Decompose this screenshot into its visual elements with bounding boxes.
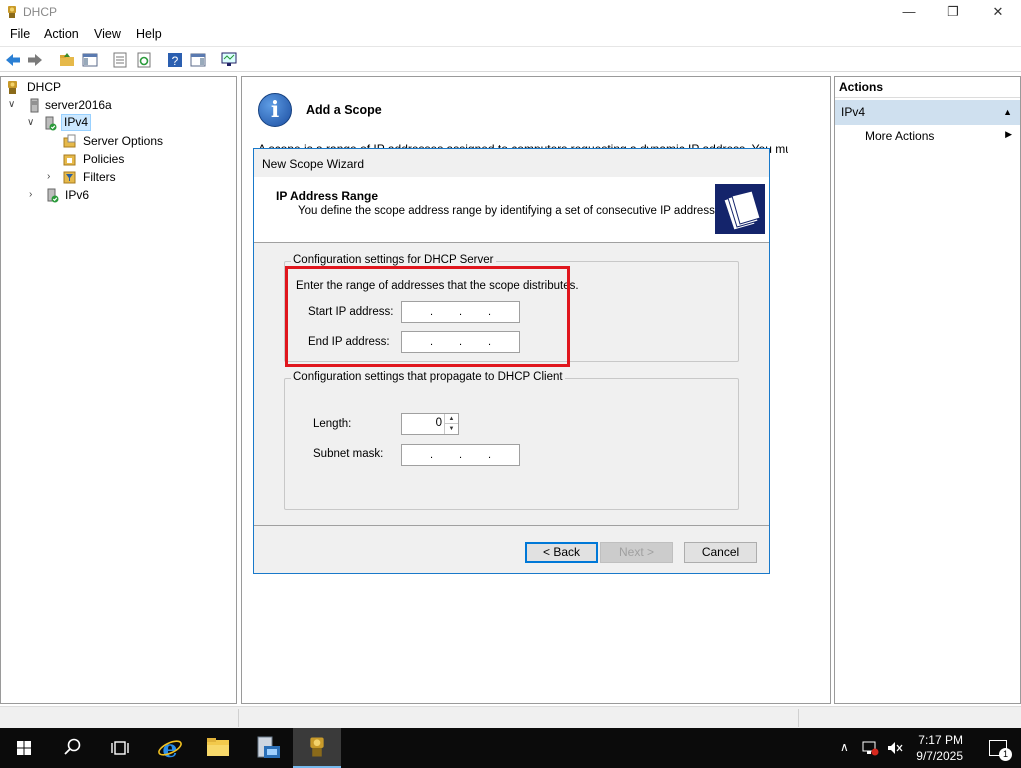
notification-count-badge: 1 <box>999 748 1012 761</box>
properties-icon[interactable] <box>111 51 129 69</box>
close-button[interactable]: ✕ <box>975 0 1021 24</box>
tree-node-dhcp[interactable]: DHCP <box>5 79 205 96</box>
subnet-mask-input[interactable]: ... <box>401 444 520 466</box>
expand-chevron-icon[interactable]: ∨ <box>27 118 37 128</box>
tree-node-server-options[interactable]: Server Options <box>5 133 205 150</box>
info-icon: i <box>258 93 292 127</box>
actions-section-ipv4[interactable]: IPv4 ▲ <box>835 100 1020 125</box>
length-label: Length: <box>313 418 352 430</box>
next-button[interactable]: Next > <box>600 542 673 563</box>
red-highlight-box <box>285 266 570 367</box>
tree-label-ipv6: IPv6 <box>65 188 90 202</box>
title-bar: DHCP — ❐ ✕ <box>0 0 1021 24</box>
dhcp-taskbar-icon[interactable] <box>293 728 341 768</box>
stepper-up-icon[interactable]: ▲ <box>445 414 458 424</box>
monitor-icon[interactable] <box>220 51 238 69</box>
actions-pane: Actions IPv4 ▲ More Actions ▶ <box>834 76 1021 704</box>
tree-label-ipv4: IPv4 <box>61 114 92 131</box>
submenu-arrow-icon: ▶ <box>1005 129 1012 139</box>
network-icon[interactable] <box>861 740 879 756</box>
status-bar <box>0 706 1021 728</box>
expand-chevron-icon[interactable]: ∨ <box>8 100 18 110</box>
show-action-pane-icon[interactable] <box>189 51 207 69</box>
stepper-arrows[interactable]: ▲ ▼ <box>444 414 458 434</box>
group-legend-server: Configuration settings for DHCP Server <box>291 254 496 266</box>
ipv6-icon <box>47 188 59 203</box>
menu-bar: File Action View Help <box>0 24 1021 46</box>
server-options-icon <box>63 134 76 148</box>
windows-start-icon[interactable] <box>0 728 48 768</box>
subnet-mask-label: Subnet mask: <box>313 448 384 460</box>
internet-explorer-icon[interactable]: e <box>146 728 194 768</box>
svg-text:e: e <box>162 734 177 763</box>
server-manager-icon[interactable] <box>244 728 292 768</box>
menu-file[interactable]: File <box>10 27 30 41</box>
show-hide-tree-icon[interactable] <box>81 51 99 69</box>
action-center-icon[interactable]: 1 <box>989 740 1012 761</box>
tree-label-dhcp: DHCP <box>27 80 62 94</box>
stepper-down-icon[interactable]: ▼ <box>445 424 458 434</box>
back-button[interactable]: < Back <box>525 542 598 563</box>
search-icon[interactable] <box>48 728 96 768</box>
console-tree: DHCP ∨ server2016a ∨ IPv4 Server Options… <box>0 76 237 704</box>
tree-label-server-options: Server Options <box>83 134 164 148</box>
tree-node-filters[interactable]: › Filters <box>5 169 205 186</box>
menu-action[interactable]: Action <box>44 27 79 41</box>
task-view-icon[interactable] <box>96 728 144 768</box>
status-divider <box>798 709 799 727</box>
length-value: 0 <box>435 417 442 429</box>
ipv4-icon <box>45 116 57 131</box>
dhcp-client-settings-group: Configuration settings that propagate to… <box>284 371 739 510</box>
wizard-header: IP Address Range You define the scope ad… <box>254 177 769 243</box>
help-icon[interactable]: ? <box>166 51 184 69</box>
clock-date: 9/7/2025 <box>916 749 963 763</box>
tree-label-server: server2016a <box>45 98 112 112</box>
wizard-window-title: New Scope Wizard <box>262 157 365 171</box>
collapse-chevron-icon[interactable]: › <box>47 172 57 182</box>
restore-button[interactable]: ❐ <box>930 0 976 24</box>
minimize-button[interactable]: — <box>886 0 932 24</box>
up-folder-icon[interactable] <box>58 51 76 69</box>
taskbar-clock[interactable]: 7:17 PM 9/7/2025 <box>916 732 963 764</box>
collapse-up-icon[interactable]: ▲ <box>1003 100 1012 125</box>
svg-text:?: ? <box>172 54 179 68</box>
status-divider <box>238 709 239 727</box>
policies-icon <box>63 154 76 166</box>
dhcp-icon <box>8 81 17 94</box>
wizard-separator <box>254 525 769 526</box>
volume-muted-icon[interactable] <box>886 740 904 756</box>
back-arrow-icon[interactable] <box>4 51 22 69</box>
file-explorer-icon[interactable] <box>194 728 242 768</box>
actions-section-label: IPv4 <box>841 105 866 119</box>
dhcp-app-icon <box>8 6 16 18</box>
scope-panel-title: Add a Scope <box>306 103 382 117</box>
group-legend-client: Configuration settings that propagate to… <box>291 371 565 383</box>
toolbar: ? <box>0 46 1021 72</box>
collapse-chevron-icon[interactable]: › <box>29 190 39 200</box>
window-title: DHCP <box>23 5 58 19</box>
tree-node-ipv4[interactable]: ∨ IPv4 <box>5 114 205 132</box>
more-actions-item[interactable]: More Actions <box>865 129 934 143</box>
tree-label-filters: Filters <box>83 170 116 184</box>
actions-header: Actions <box>835 77 1020 98</box>
tree-label-policies: Policies <box>83 152 125 166</box>
tree-node-policies[interactable]: Policies <box>5 151 205 168</box>
server-icon <box>30 98 39 113</box>
taskbar: e ∧ 7:17 PM 9/7/2025 1 <box>0 728 1021 768</box>
cancel-button[interactable]: Cancel <box>684 542 757 563</box>
wizard-heading: IP Address Range <box>276 189 379 203</box>
menu-help[interactable]: Help <box>136 27 162 41</box>
tree-node-ipv6[interactable]: › IPv6 <box>5 187 205 204</box>
refresh-icon[interactable] <box>135 51 153 69</box>
show-hidden-icons-icon[interactable]: ∧ <box>840 740 849 754</box>
length-stepper[interactable]: 0 ▲ ▼ <box>401 413 459 435</box>
folders-icon <box>715 184 765 234</box>
filters-icon <box>63 171 76 184</box>
clock-time: 7:17 PM <box>918 733 963 747</box>
tree-node-server[interactable]: ∨ server2016a <box>5 97 205 114</box>
menu-view[interactable]: View <box>94 27 121 41</box>
forward-arrow-icon[interactable] <box>26 51 44 69</box>
wizard-subheading: You define the scope address range by id… <box>298 205 731 217</box>
